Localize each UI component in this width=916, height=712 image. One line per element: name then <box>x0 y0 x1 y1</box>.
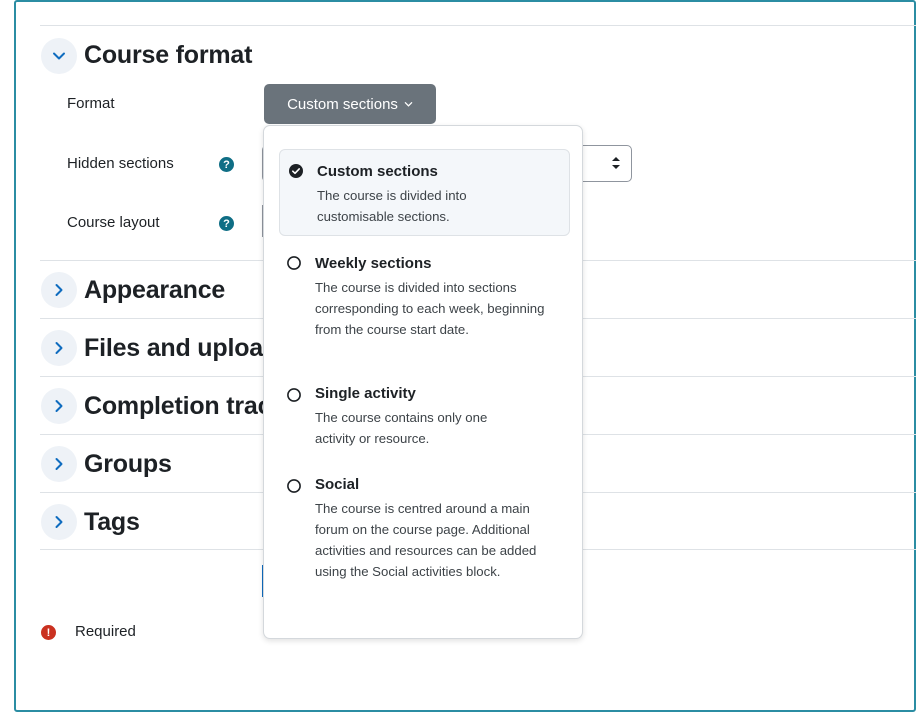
option-title: Custom sections <box>317 163 438 180</box>
format-option-single-activity[interactable]: Single activity The course contains only… <box>278 374 570 452</box>
format-label: Format <box>67 95 115 112</box>
expand-completion-button[interactable] <box>41 388 77 424</box>
help-icon[interactable]: ? <box>219 216 234 231</box>
chevron-right-icon <box>55 516 63 528</box>
option-title: Single activity <box>315 385 416 402</box>
expand-tags-button[interactable] <box>41 504 77 540</box>
required-icon: ! <box>41 625 56 640</box>
format-option-social[interactable]: Social The course is centred around a ma… <box>278 465 570 615</box>
radio-empty-icon <box>287 388 301 402</box>
radio-empty-icon <box>287 256 301 270</box>
select-arrows-icon <box>612 157 620 169</box>
format-dropdown-value: Custom sections <box>287 95 398 113</box>
chevron-right-icon <box>55 284 63 296</box>
section-heading-files[interactable]: Files and uploads <box>84 334 292 363</box>
option-title: Weekly sections <box>315 255 432 272</box>
chevron-down-icon <box>53 52 65 60</box>
chevron-right-icon <box>55 342 63 354</box>
expand-files-button[interactable] <box>41 330 77 366</box>
course-layout-label: Course layout <box>67 214 160 231</box>
expand-groups-button[interactable] <box>41 446 77 482</box>
option-description: The course is divided into sections corr… <box>315 280 545 337</box>
check-circle-icon <box>289 164 303 178</box>
radio-empty-icon <box>287 479 301 493</box>
section-heading-course-format: Course format <box>84 41 253 69</box>
section-heading-tags[interactable]: Tags <box>84 508 140 537</box>
option-description: The course contains only one activity or… <box>315 410 488 446</box>
expand-appearance-button[interactable] <box>41 272 77 308</box>
format-option-weekly-sections[interactable]: Weekly sections The course is divided in… <box>278 242 570 362</box>
chevron-right-icon <box>55 400 63 412</box>
collapse-course-format-button[interactable] <box>41 38 77 74</box>
format-dropdown-button[interactable]: Custom sections <box>264 84 436 124</box>
divider <box>40 25 916 26</box>
section-heading-appearance[interactable]: Appearance <box>84 276 225 305</box>
option-description: The course is centred around a main foru… <box>315 501 537 579</box>
chevron-down-icon <box>404 101 413 107</box>
hidden-sections-label: Hidden sections <box>67 155 174 172</box>
section-heading-groups[interactable]: Groups <box>84 450 172 479</box>
required-label: Required <box>75 623 136 640</box>
format-option-custom-sections[interactable]: Custom sections The course is divided in… <box>279 149 570 236</box>
option-description: The course is divided into customisable … <box>317 188 467 224</box>
help-icon[interactable]: ? <box>219 157 234 172</box>
chevron-right-icon <box>55 458 63 470</box>
option-title: Social <box>315 476 360 493</box>
format-dropdown-menu: Custom sections The course is divided in… <box>263 125 583 639</box>
